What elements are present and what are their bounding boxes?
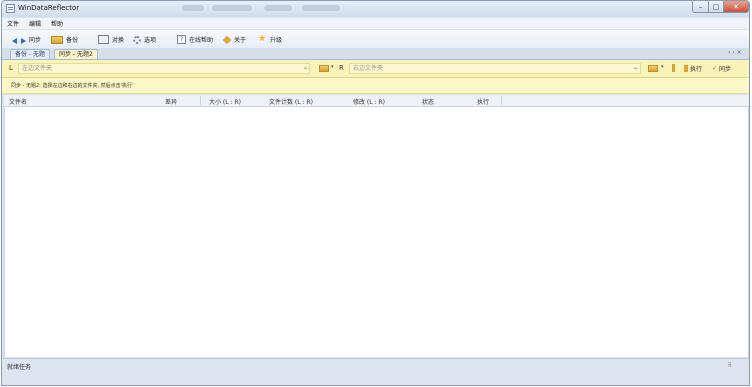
star-icon: ★ [258,34,267,44]
menu-edit[interactable]: 编辑 [24,19,46,28]
sync-arrows-icon [12,37,26,44]
right-folder-dropdown-icon[interactable]: ⌄ [633,64,638,71]
sync-action-button[interactable]: ✓ 同步 [712,64,731,73]
right-browse-folder-icon[interactable] [648,65,658,72]
window-title: WinDataReflector [18,4,80,12]
document-tabs: 备份 - 无题 同步 - 无题2 ‹ › × [2,48,749,60]
options-label: 选项 [144,37,157,44]
menu-bar: 文件 编辑 帮助 [2,18,749,29]
tab-navigation[interactable]: ‹ › × [728,49,742,56]
backup-box-icon [51,35,63,44]
left-folder-input[interactable]: 左边文件夹 [18,63,310,74]
about-icon [222,35,232,44]
column-size[interactable]: 大小 (L : R) [209,97,241,106]
backup-label: 备份 [66,37,79,44]
upgrade-button[interactable]: ★ 升级 [258,34,282,45]
app-window: WinDataReflector – □ ✕ 文件 编辑 帮助 同步 备份 对换… [1,0,750,386]
resize-grip-icon[interactable]: ⠿ [728,362,732,369]
title-bar-decoration [182,5,204,11]
toolbar: 同步 备份 对换 选项 ? 在线帮助 关于 ★ 升级 [2,30,749,48]
left-browse-dropdown-icon[interactable]: ▾ [331,64,334,70]
right-folder-input[interactable]: 右边文件夹 [349,63,641,74]
minimize-icon: – [698,2,703,11]
column-file-count[interactable]: 文件计数 (L : R) [269,97,313,106]
column-filename[interactable]: 文件名 [9,97,27,106]
splitter-icon [672,64,675,72]
title-bar-decoration [212,5,252,11]
compare-icon [98,35,109,44]
compare-label: 对换 [112,37,125,44]
help-book-icon: ? [177,35,186,44]
online-help-button[interactable]: ? 在线帮助 [177,34,213,45]
execute-button[interactable]: 执行 [684,64,702,73]
file-list-header: 文件名 差异 大小 (L : R) 文件计数 (L : R) 修改 (L : R… [4,95,749,107]
tab-backup[interactable]: 备份 - 无题 [10,49,50,59]
gear-icon [133,35,141,44]
title-bar[interactable]: WinDataReflector – □ ✕ [2,1,749,17]
instruction-bar: 同步 - 无题2: 选择左边和右边的文件夹, 然后点击'执行' [2,78,749,94]
status-text: 就绪任务 [7,364,32,371]
right-browse-dropdown-icon[interactable]: ▾ [661,64,664,70]
checkmark-icon: ✓ [712,65,718,72]
left-folder-dropdown-icon[interactable]: ⌄ [303,64,308,71]
sync-button[interactable]: 同步 [12,34,41,45]
right-side-label: R [339,64,344,72]
close-button[interactable]: ✕ [723,1,749,13]
maximize-icon: □ [712,2,720,11]
execute-icon [684,65,688,72]
sync-action-label: 同步 [719,66,732,73]
options-button[interactable]: 选项 [133,34,156,45]
column-divider[interactable] [501,96,502,105]
maximize-button[interactable]: □ [708,1,724,13]
file-comparison-list[interactable] [4,107,749,357]
close-icon: ✕ [733,2,739,11]
online-help-label: 在线帮助 [189,37,214,44]
minimize-button[interactable]: – [692,1,709,13]
menu-help[interactable]: 帮助 [46,19,68,28]
status-bar: 就绪任务 ⠿ [2,358,749,385]
column-modified[interactable]: 修改 (L : R) [353,97,385,106]
about-button[interactable]: 关于 [222,34,247,45]
app-logo-icon [6,4,15,13]
left-side-label: L [9,64,13,72]
column-action[interactable]: 执行 [477,97,489,106]
title-bar-decoration [302,5,340,11]
sync-label: 同步 [29,37,42,44]
title-bar-decoration [264,5,292,11]
upgrade-label: 升级 [270,37,283,44]
backup-button[interactable]: 备份 [51,34,78,45]
tab-sync[interactable]: 同步 - 无题2 [54,49,98,59]
left-browse-folder-icon[interactable] [319,65,329,72]
folder-path-bar: L 左边文件夹 ⌄ ▾ R 右边文件夹 ⌄ ▾ 执行 ✓ 同步 [2,60,749,78]
column-divider[interactable] [200,96,201,105]
about-label: 关于 [234,37,247,44]
column-difference[interactable]: 差异 [165,97,177,106]
column-status[interactable]: 状态 [422,97,434,106]
menu-file[interactable]: 文件 [2,19,24,28]
compare-button[interactable]: 对换 [98,34,124,45]
execute-label: 执行 [690,66,703,73]
